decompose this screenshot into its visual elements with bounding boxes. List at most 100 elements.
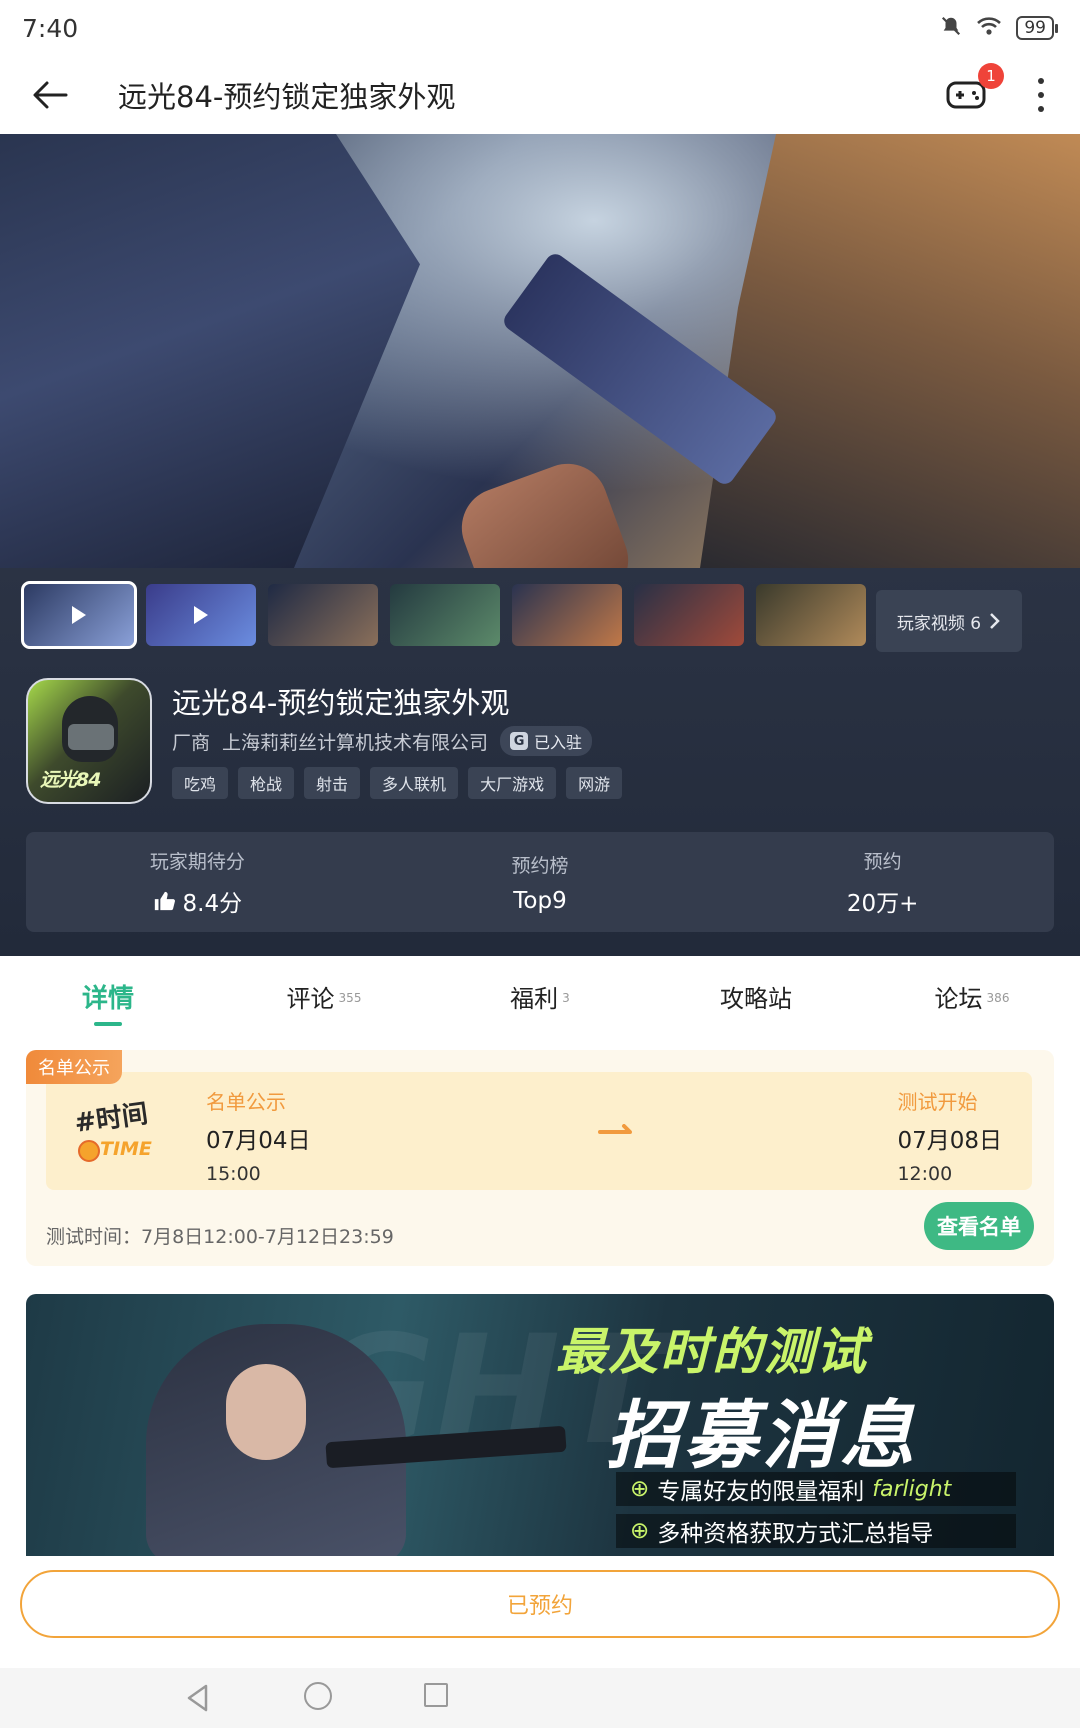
- notification-badge: 1: [978, 63, 1004, 89]
- nav-back-icon[interactable]: [186, 1684, 210, 1712]
- back-button[interactable]: [24, 69, 76, 121]
- time-logo-sub: TIME: [100, 1138, 152, 1160]
- nav-home-icon[interactable]: [304, 1682, 332, 1710]
- time-logo: #时间 TIME: [70, 1094, 170, 1170]
- tag-chip[interactable]: 多人联机: [370, 767, 459, 799]
- developer-row: 厂商 上海莉莉丝计算机技术有限公司 G 已入驻: [172, 726, 593, 756]
- banner-script-text: farlight: [872, 1476, 952, 1502]
- tag-chip[interactable]: 大厂游戏: [468, 767, 557, 799]
- media-thumbnails: [21, 581, 866, 649]
- tag-chip[interactable]: 网游: [566, 767, 623, 799]
- banner-line-1: ⊕ 专属好友的限量福利 farlight: [616, 1472, 1016, 1506]
- tab-forum[interactable]: 论坛 386: [864, 956, 1080, 1036]
- tab-guides[interactable]: 攻略站: [648, 956, 864, 1036]
- stat-value: 8.4分: [182, 890, 243, 917]
- media-thumbnail[interactable]: [146, 584, 256, 646]
- detail-tabs: 详情 评论 355 福利 3 攻略站 论坛 386: [0, 956, 1080, 1036]
- tab-label: 福利: [510, 984, 559, 1013]
- banner-line-1-text: 专属好友的限量福利: [657, 1479, 865, 1505]
- bottom-action-bar: 已预约: [0, 1556, 1080, 1668]
- tab-benefits[interactable]: 福利 3: [432, 956, 648, 1036]
- tab-details[interactable]: 详情: [0, 956, 216, 1036]
- tag-list: 吃鸡 枪战 射击 多人联机 大厂游戏 网游: [172, 767, 623, 799]
- schedule-timeline: #时间 TIME 名单公示 07月04日 15:00 测试开始 07月08日 1…: [46, 1072, 1032, 1190]
- hero-video[interactable]: [0, 134, 1080, 568]
- media-thumbnail[interactable]: [512, 584, 622, 646]
- bell-off-icon: [940, 14, 962, 43]
- test-schedule-card: #时间 TIME 名单公示 07月04日 15:00 测试开始 07月08日 1…: [26, 1050, 1054, 1266]
- schedule-start-label: 名单公示: [206, 1090, 286, 1114]
- tab-label: 评论: [286, 984, 335, 1013]
- schedule-end-label: 测试开始: [897, 1090, 978, 1114]
- settled-badge[interactable]: G 已入驻: [500, 726, 593, 756]
- tag-chip[interactable]: 吃鸡: [172, 767, 229, 799]
- back-arrow-icon: [33, 81, 68, 109]
- tab-label: 论坛: [934, 984, 983, 1013]
- media-thumbnail[interactable]: [268, 584, 378, 646]
- stat-reservations: 预约 20万+: [711, 832, 1054, 932]
- app-title: 远光84-预约锁定独家外观: [172, 686, 510, 720]
- status-time: 7:40: [22, 13, 79, 43]
- developer-name[interactable]: 上海莉莉丝计算机技术有限公司: [222, 728, 488, 755]
- developer-badge-icon: G: [510, 732, 529, 750]
- time-logo-main: #时间: [72, 1098, 150, 1139]
- schedule-end-date: 07月08日: [897, 1128, 1002, 1154]
- banner-line-2: ⊕ 多种资格获取方式汇总指导: [616, 1514, 1016, 1548]
- tab-count: 3: [562, 991, 570, 1005]
- media-thumbnail[interactable]: [390, 584, 500, 646]
- tab-count: 355: [338, 991, 362, 1005]
- settled-label: 已入驻: [534, 733, 583, 752]
- schedule-end: 测试开始 07月08日 12:00: [897, 1086, 1002, 1185]
- media-thumbnail[interactable]: [634, 584, 744, 646]
- more-vertical-icon: [1038, 78, 1044, 84]
- play-icon: [194, 606, 208, 624]
- system-nav-bar: [0, 1668, 1080, 1728]
- view-list-button[interactable]: 查看名单: [924, 1202, 1034, 1250]
- tab-indicator: [94, 1022, 122, 1026]
- game-info-panel: 玩家视频 6 远光84 远光84-预约锁定独家外观 厂商 上海莉莉丝计算机技术有…: [0, 568, 1080, 956]
- tab-label: 详情: [81, 983, 134, 1014]
- banner-headline-1: 最及时的测试: [556, 1323, 868, 1381]
- status-icons: 99: [940, 14, 1058, 43]
- promo-banner[interactable]: IGHT 最及时的测试 招募消息 ⊕ 专属好友的限量福利 farlight ⊕ …: [26, 1294, 1054, 1556]
- player-videos-label: 玩家视频 6: [896, 613, 982, 634]
- tag-chip[interactable]: 射击: [304, 767, 361, 799]
- more-options-button[interactable]: [1026, 69, 1056, 121]
- tab-count: 386: [986, 991, 1010, 1005]
- game-center-button[interactable]: 1: [940, 63, 1004, 121]
- app-icon-logo: 远光84: [40, 769, 101, 791]
- tag-chip[interactable]: 枪战: [238, 767, 295, 799]
- page-title: 远光84-预约锁定独家外观: [118, 80, 456, 114]
- battery-icon: 99: [1016, 16, 1058, 40]
- stat-label: 预约榜: [511, 854, 569, 877]
- status-bar: 7:40 99: [0, 0, 1080, 56]
- schedule-end-time: 12:00: [897, 1163, 953, 1185]
- crosshair-icon: ⊕: [630, 1476, 650, 1502]
- media-thumbnail[interactable]: [756, 584, 866, 646]
- reserved-button[interactable]: 已预约: [20, 1570, 1060, 1638]
- media-thumbnail[interactable]: [21, 581, 137, 649]
- stat-label: 玩家期待分: [149, 850, 245, 873]
- stat-expectation[interactable]: 玩家期待分 8.4分: [26, 832, 369, 932]
- stat-value: Top9: [513, 887, 567, 914]
- stat-label: 预约: [863, 850, 902, 873]
- stat-value: 20万+: [846, 890, 919, 917]
- play-icon: [72, 606, 86, 624]
- player-videos-button[interactable]: 玩家视频 6: [876, 590, 1022, 652]
- stat-rank[interactable]: 预约榜 Top9: [369, 832, 712, 932]
- banner-headline-2: 招募消息: [606, 1393, 918, 1479]
- wifi-icon: [976, 14, 1002, 43]
- app-icon: 远光84: [26, 678, 152, 804]
- tab-label: 攻略站: [720, 984, 792, 1013]
- clock-icon: [78, 1140, 100, 1162]
- schedule-ribbon: 名单公示: [26, 1050, 122, 1084]
- thumbs-up-icon: [154, 891, 175, 910]
- nav-recents-icon[interactable]: [424, 1683, 448, 1707]
- chevron-right-icon: [990, 613, 1000, 629]
- schedule-start: 名单公示 07月04日 15:00: [206, 1086, 311, 1185]
- stats-bar: 玩家期待分 8.4分 预约榜 Top9 预约 20万+: [26, 832, 1054, 932]
- tab-comments[interactable]: 评论 355: [216, 956, 432, 1036]
- banner-line-2-text: 多种资格获取方式汇总指导: [657, 1521, 934, 1547]
- test-period: 测试时间：7月8日12:00-7月12日23:59: [46, 1226, 394, 1248]
- schedule-start-date: 07月04日: [206, 1128, 311, 1154]
